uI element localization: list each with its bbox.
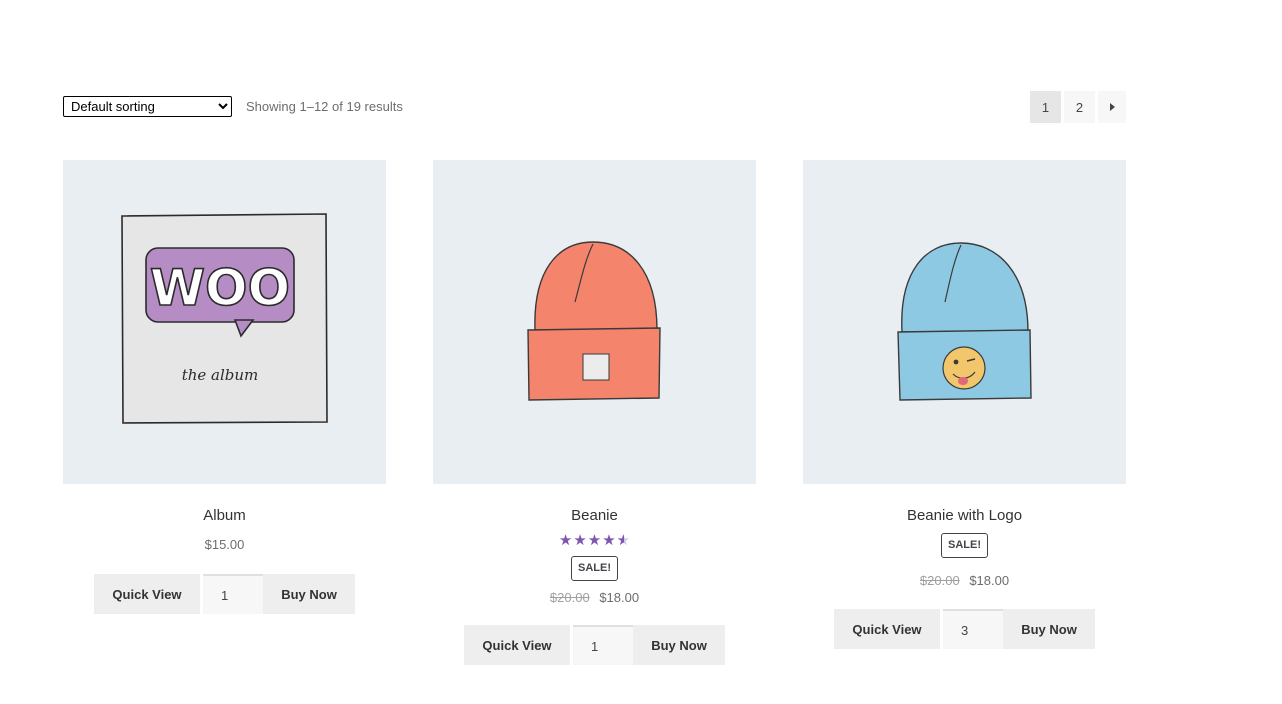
quick-view-button[interactable]: Quick View <box>94 574 200 614</box>
album-image[interactable]: WOO the album <box>63 160 386 484</box>
product-title[interactable]: Beanie <box>433 506 756 526</box>
shop-toolbar: Default sorting Showing 1–12 of 19 resul… <box>63 91 1126 123</box>
product-actions: Quick View Buy Now <box>803 609 1126 649</box>
sale-price: $18.00 <box>969 573 1010 588</box>
product-price: $15.00 <box>63 536 386 554</box>
product-price: $20.00 $18.00 <box>433 589 756 607</box>
current-price: $15.00 <box>204 537 245 552</box>
star-icon: ★ <box>587 532 602 549</box>
original-price: $20.00 <box>549 590 590 605</box>
blue-beanie-illustration <box>897 242 1032 401</box>
rating-stars: ★ ★ ★ ★ ★ <box>433 533 756 549</box>
product-card-beanie: Beanie ★ ★ ★ ★ ★ SALE! $20.00 $18.00 Qui… <box>433 160 756 665</box>
beanie-with-logo-image[interactable] <box>803 160 1126 484</box>
sale-price: $18.00 <box>599 590 640 605</box>
next-page-button[interactable] <box>1098 91 1126 123</box>
album-cover-illustration: WOO the album <box>121 213 328 424</box>
sort-dropdown[interactable]: Default sorting <box>63 96 232 117</box>
pagination: 1 2 <box>1030 91 1126 123</box>
buy-now-button[interactable]: Buy Now <box>263 574 355 614</box>
star-icon: ★ <box>573 532 587 549</box>
quantity-input[interactable] <box>943 609 1003 649</box>
product-card-album: WOO the album Album $15.00 Quick View Bu… <box>63 160 386 614</box>
original-price: $20.00 <box>919 573 960 588</box>
product-title[interactable]: Album <box>63 506 386 526</box>
product-title[interactable]: Beanie with Logo <box>803 506 1126 526</box>
woo-logo-text: WOO <box>150 259 290 317</box>
orange-beanie-illustration <box>527 241 661 401</box>
star-icon: ★ <box>602 532 616 549</box>
quantity-input[interactable] <box>573 625 633 665</box>
beanie-image[interactable] <box>433 160 756 484</box>
half-star-icon: ★ <box>616 532 631 549</box>
buy-now-button[interactable]: Buy Now <box>1003 609 1095 649</box>
quick-view-button[interactable]: Quick View <box>464 625 570 665</box>
buy-now-button[interactable]: Buy Now <box>633 625 725 665</box>
product-grid: WOO the album Album $15.00 Quick View Bu… <box>63 160 1126 700</box>
quantity-input[interactable] <box>203 574 263 614</box>
page-2-button[interactable]: 2 <box>1064 91 1095 123</box>
star-icon: ★ <box>558 532 573 549</box>
sale-badge: SALE! <box>571 556 618 581</box>
product-actions: Quick View Buy Now <box>63 574 386 614</box>
result-count: Showing 1–12 of 19 results <box>246 99 403 114</box>
chevron-right-icon <box>1109 103 1115 111</box>
product-actions: Quick View Buy Now <box>433 625 756 665</box>
quick-view-button[interactable]: Quick View <box>834 609 940 649</box>
product-card-beanie-with-logo: Beanie with Logo SALE! $20.00 $18.00 Qui… <box>803 160 1126 649</box>
page-1-button[interactable]: 1 <box>1030 91 1061 123</box>
sale-badge: SALE! <box>941 533 988 558</box>
product-price: $20.00 $18.00 <box>803 572 1126 590</box>
album-caption: the album <box>182 366 259 384</box>
